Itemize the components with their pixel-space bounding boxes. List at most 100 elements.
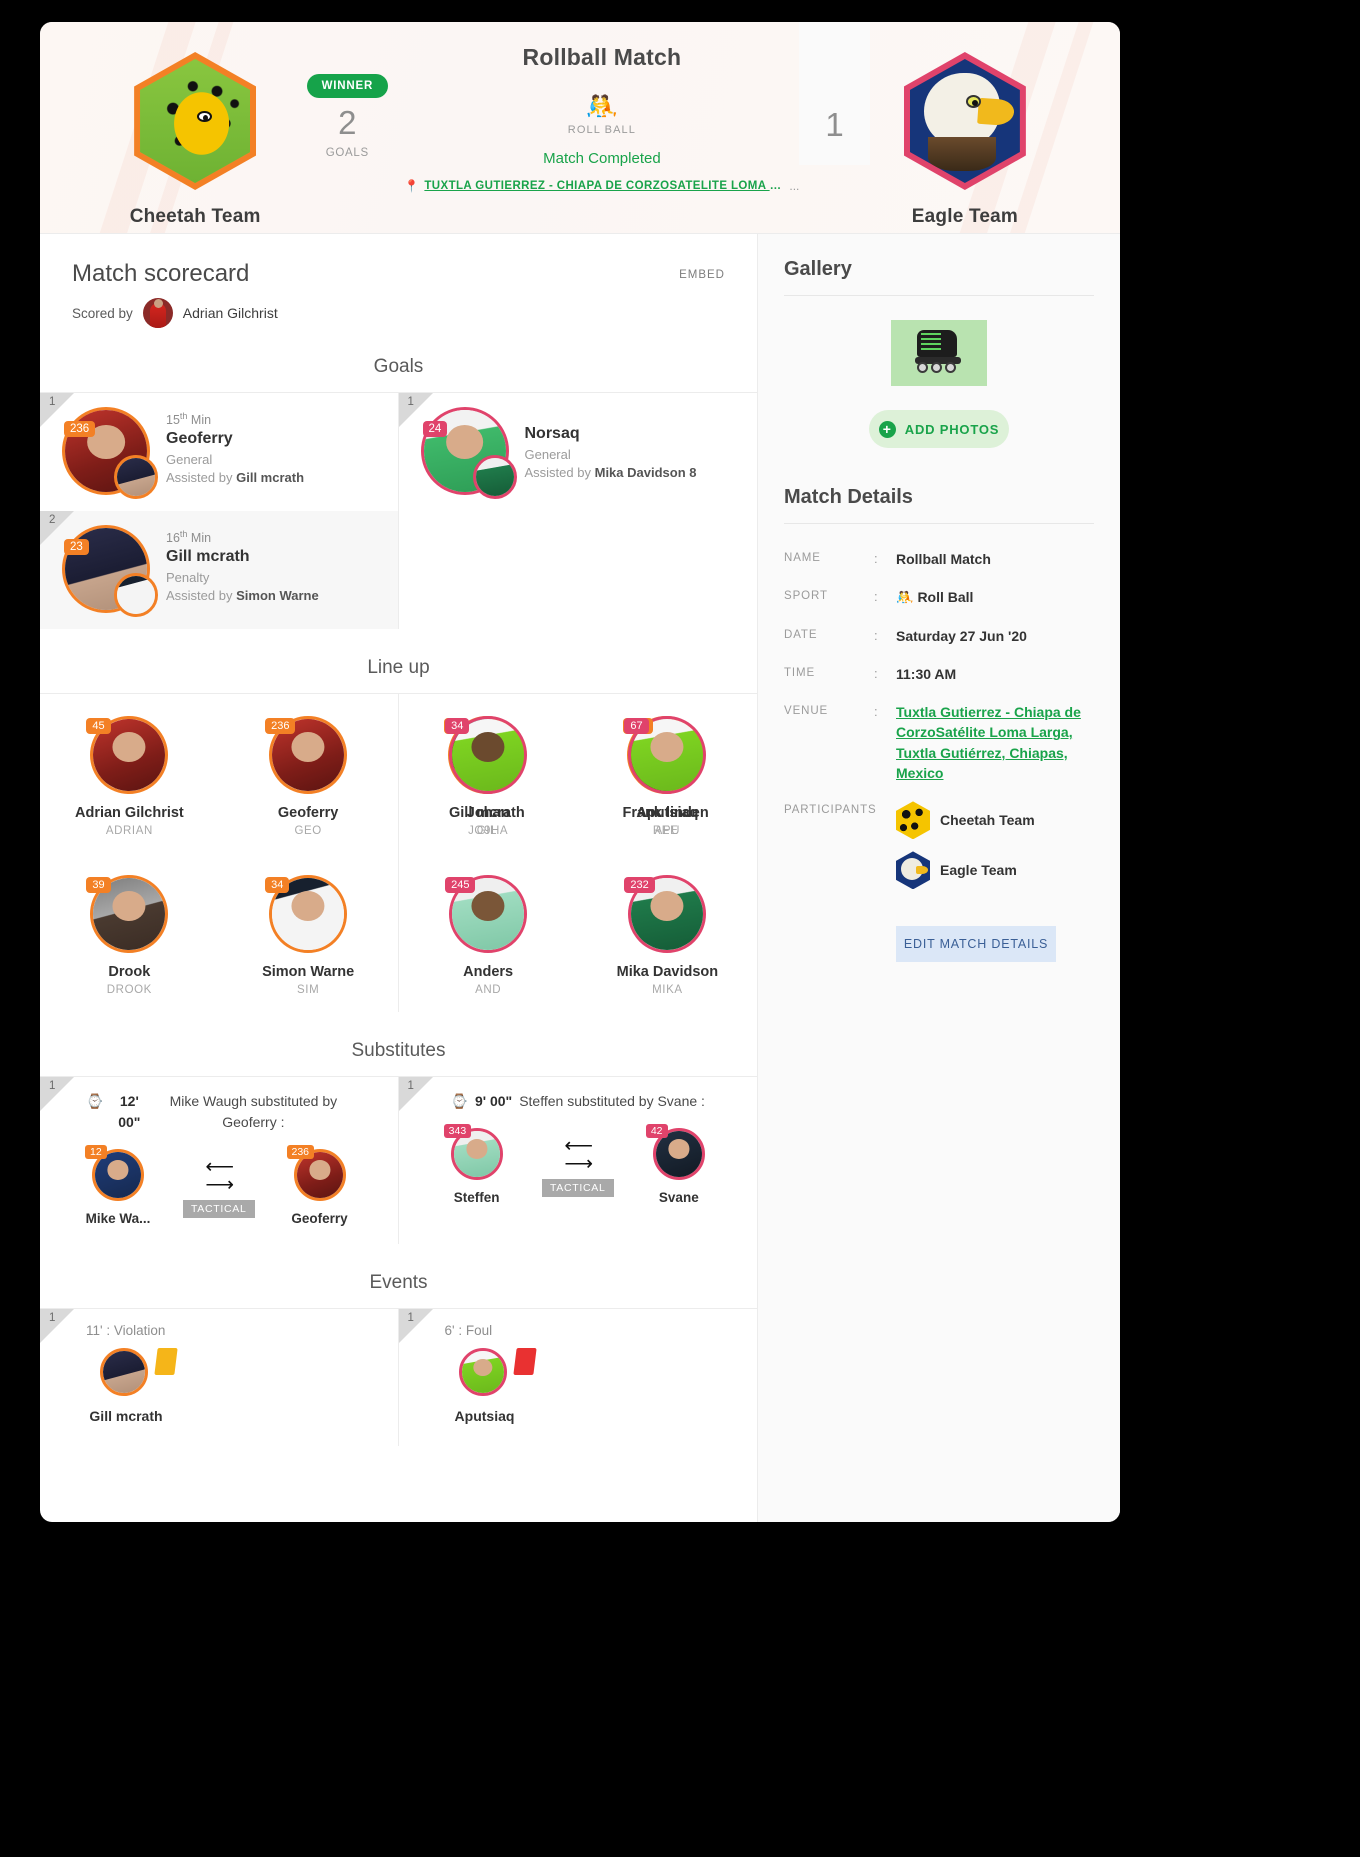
substitution-item[interactable]: 1 ⌚ 9' 00" Steffen substituted by Svane … — [398, 1077, 758, 1223]
participant-name: Cheetah Team — [940, 812, 1035, 829]
lineup-player[interactable]: 45 Adrian Gilchrist ADRIAN — [40, 694, 219, 853]
detail-value-name: Rollball Match — [896, 551, 991, 567]
events-section-title: Events — [40, 1272, 757, 1308]
home-team[interactable]: Cheetah Team — [100, 22, 290, 228]
goals-section-title: Goals — [40, 356, 757, 392]
scored-by-label: Scored by — [72, 305, 133, 321]
event-item[interactable]: 1 11' : Violation Gill mcrath — [40, 1309, 398, 1446]
eagle-team-logo — [896, 851, 930, 890]
gallery-title: Gallery — [784, 258, 852, 280]
home-score: 2 — [338, 104, 357, 141]
lineup-player[interactable]: 236 Geoferry GEO — [219, 694, 398, 853]
avatar — [142, 298, 173, 328]
event-index: 1 — [407, 1312, 414, 1324]
sub-time: 12' 00" — [118, 1093, 141, 1130]
sub-in-player[interactable]: 236 Geoferry — [265, 1145, 375, 1226]
player-name: Geoferry — [291, 1211, 348, 1226]
venue-link-row[interactable]: 📍 TUXTLA GUTIERREZ - CHIAPA DE CORZOSATÉ… — [404, 179, 799, 193]
away-team[interactable]: Eagle Team — [870, 22, 1060, 228]
match-meta: Rollball Match 🤼 ROLL BALL Match Complet… — [404, 22, 799, 193]
lineup-player[interactable]: 34 Johan JO9HA — [399, 694, 578, 853]
detail-value-sport: Roll Ball — [917, 589, 974, 606]
detail-row-participants: PARTICIPANTS Cheetah Team Eagle Team — [784, 792, 1094, 910]
participant-eagle[interactable]: Eagle Team — [896, 851, 1094, 890]
page-title: Rollball Match — [522, 44, 682, 70]
cheetah-team-logo — [134, 52, 257, 190]
player-nick: SIM — [297, 984, 320, 996]
player-nick: DROOK — [106, 984, 152, 996]
event-player: Gill mcrath — [89, 1408, 163, 1424]
venue-link[interactable]: TUXTLA GUTIERREZ - CHIAPA DE CORZOSATÉLI… — [424, 180, 784, 192]
jersey-badge: 24 — [422, 421, 448, 437]
cheetah-team-logo — [896, 801, 930, 840]
goal-item[interactable]: 1 236 15th Min Geoferry General Assisted… — [40, 393, 398, 511]
player-nick: APU — [654, 825, 681, 837]
jersey-badge: 236 — [64, 421, 96, 437]
lineup-player[interactable]: 67 Aputsiaq APU — [578, 694, 757, 853]
sub-text: Steffen substituted by Svane : — [519, 1093, 705, 1109]
swap-indicator: ⟵ ⟶ TACTICAL — [541, 1136, 614, 1197]
lineup-player[interactable]: 34 Simon Warne SIM — [219, 853, 398, 1012]
player-name: Anders — [463, 964, 514, 980]
jersey-badge: 45 — [86, 718, 111, 734]
sub-out-player[interactable]: 343 Steffen — [422, 1124, 532, 1205]
player-nick: MIKA — [652, 984, 683, 996]
jersey-badge: 39 — [86, 877, 111, 893]
watch-icon: ⌚ — [450, 1093, 468, 1109]
winner-badge: WINNER — [306, 74, 389, 98]
participant-cheetah[interactable]: Cheetah Team — [896, 801, 1094, 840]
eagle-team-logo — [903, 52, 1026, 190]
sub-text: Mike Waugh substituted by Geoferry : — [169, 1093, 338, 1130]
player-nick: JO9HA — [468, 825, 509, 837]
participant-name: Eagle Team — [940, 862, 1017, 879]
scorer-name: Adrian Gilchrist — [182, 305, 278, 321]
home-score-label: GOALS — [325, 147, 369, 159]
match-details-title: Match Details — [784, 486, 913, 508]
event-index: 1 — [49, 1312, 56, 1324]
goal-player: Norsaq — [524, 425, 580, 442]
goal-type: General — [166, 452, 213, 468]
watch-icon: ⌚ — [86, 1093, 104, 1109]
detail-row-name: NAME : Rollball Match — [784, 540, 1094, 578]
jersey-badge: 34 — [265, 877, 290, 893]
player-name: Steffen — [453, 1190, 500, 1205]
sub-out-player[interactable]: 12 Mike Wa... — [63, 1145, 173, 1226]
goal-item[interactable]: 1 24 Norsaq General Assisted by Mika Dav… — [398, 393, 758, 511]
roll-ball-icon: 🤼 — [585, 91, 619, 121]
scorecard-title: Match scorecard — [72, 260, 250, 287]
jersey-badge: 67 — [624, 718, 649, 734]
event-item[interactable]: 1 6' : Foul Aputsiaq — [398, 1309, 758, 1446]
detail-value-venue[interactable]: Tuxtla Gutierrez - Chiapa de CorzoSatéli… — [896, 702, 1094, 783]
add-photos-button[interactable]: + ADD PHOTOS — [869, 410, 1009, 448]
jersey-badge: 236 — [286, 1145, 315, 1159]
detail-value-time: 11:30 AM — [896, 665, 957, 682]
player-name: Aputsiaq — [636, 805, 699, 821]
lineup-player[interactable]: 232 Mika Davidson MIKA — [578, 853, 757, 1012]
player-name: Simon Warne — [262, 964, 355, 980]
lineup-player[interactable]: 39 Drook DROOK — [40, 853, 219, 1012]
red-card-icon — [512, 1348, 537, 1375]
goal-assist: Gill mcrath — [236, 470, 305, 486]
player-name: Mike Wa... — [85, 1211, 151, 1226]
gallery-photos[interactable] — [784, 320, 1094, 386]
away-score-block: 1 — [799, 22, 870, 165]
jersey-badge: 245 — [445, 877, 476, 893]
sub-in-player[interactable]: 42 Svane — [624, 1124, 734, 1205]
goal-player: Geoferry — [166, 430, 233, 448]
substitution-item[interactable]: 1 ⌚ 12' 00" Mike Waugh substituted by Ge… — [40, 1077, 398, 1244]
home-team-name: Cheetah Team — [129, 206, 261, 227]
event-player: Aputsiaq — [454, 1408, 515, 1424]
substitutes-section-title: Substitutes — [40, 1040, 757, 1076]
goal-assist: Simon Warne — [236, 588, 319, 604]
embed-button[interactable]: EMBED — [679, 260, 725, 281]
jersey-badge: 34 — [445, 718, 470, 734]
jersey-badge: 236 — [265, 718, 296, 734]
scorecard-panel: Match scorecard EMBED Scored by Adrian G… — [40, 234, 758, 1522]
lineup-player[interactable]: 245 Anders AND — [399, 853, 578, 1012]
goal-item[interactable]: 2 23 16th Min Gill mcrath Penalty Assist… — [40, 511, 398, 629]
event-text: 6' : Foul — [444, 1323, 493, 1338]
roller-skate-photo[interactable] — [891, 320, 987, 386]
yellow-card-icon — [154, 1348, 178, 1375]
roll-ball-icon: 🤼 — [896, 589, 914, 606]
edit-match-details-button[interactable]: EDIT MATCH DETAILS — [896, 926, 1056, 963]
